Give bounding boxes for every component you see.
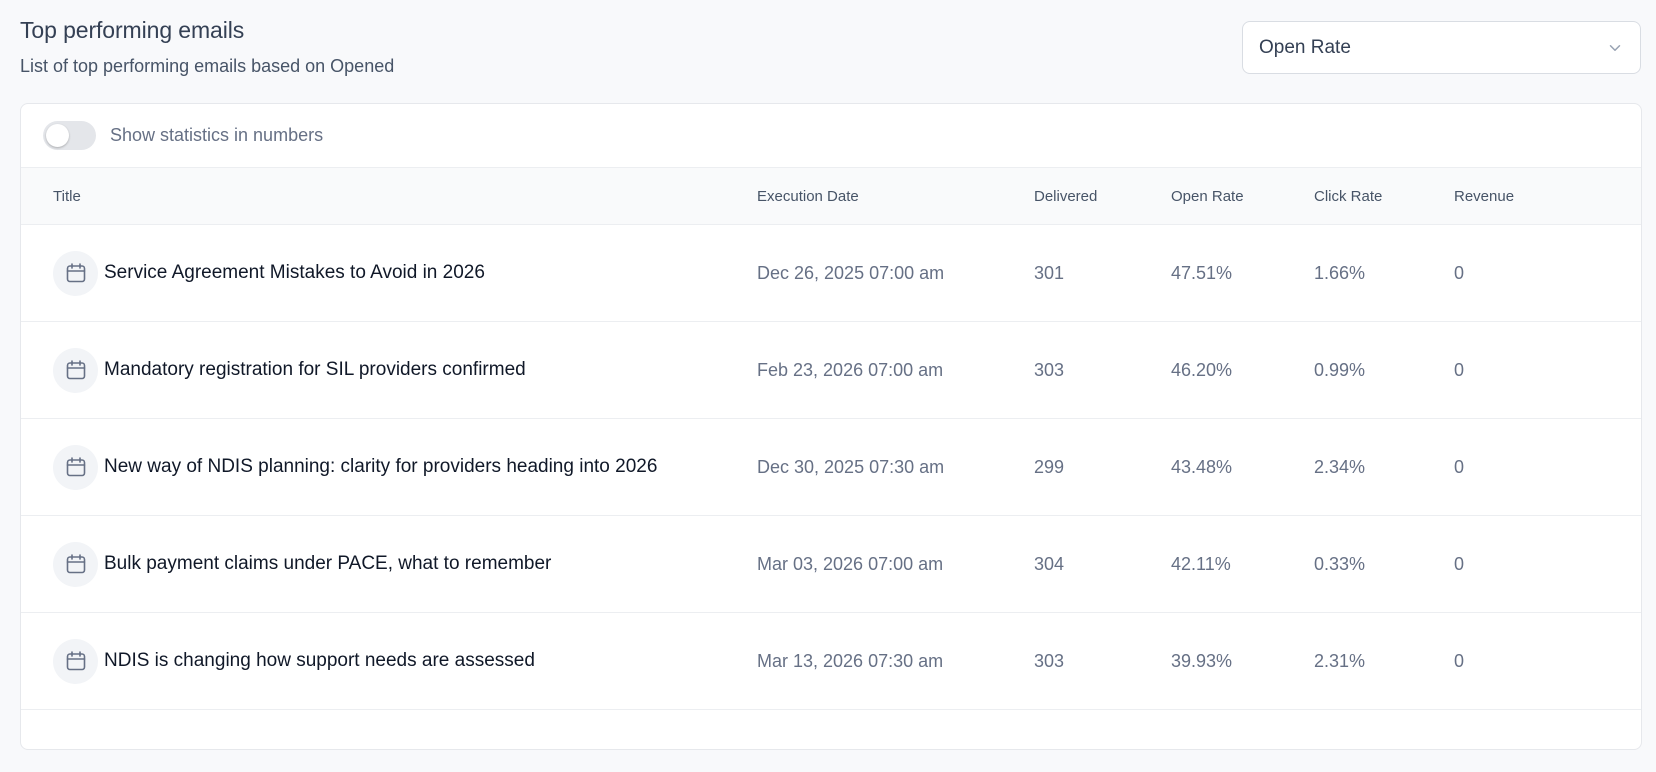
emails-card: Show statistics in numbers Title Executi… [20,103,1642,750]
calendar-icon [53,638,98,684]
column-header-date: Execution Date [757,187,859,205]
cell-revenue: 0 [1454,456,1465,477]
column-header-title: Title [53,187,81,205]
table-row[interactable]: Service Agreement Mistakes to Avoid in 2… [21,225,1641,322]
cell-open-rate: 42.11% [1171,553,1231,574]
table-header-row: Title Execution Date Delivered Open Rate… [21,167,1641,225]
stats-toggle[interactable] [43,121,96,150]
cell-delivered: 299 [1034,456,1065,477]
column-header-click-rate: Click Rate [1314,187,1383,205]
cell-title: Service Agreement Mistakes to Avoid in 2… [21,225,757,322]
cell-delivered: 303 [1034,359,1065,380]
table-row[interactable]: Bulk payment claims under PACE, what to … [21,516,1641,613]
cell-open-rate: 47.51% [1171,262,1233,283]
table-row[interactable]: New way of NDIS planning: clarity for pr… [21,419,1641,516]
stats-toggle-label: Show statistics in numbers [110,125,324,145]
cell-open-rate: 39.93% [1171,650,1233,671]
toggle-row: Show statistics in numbers [21,104,1641,167]
cell-delivered: 303 [1034,650,1065,671]
page-title: Top performing emails [20,17,245,43]
email-title[interactable]: Bulk payment claims under PACE, what to … [104,553,551,575]
email-title[interactable]: Service Agreement Mistakes to Avoid in 2… [104,262,485,284]
page-subtitle: List of top performing emails based on O… [20,56,395,76]
cell-open-rate: 43.48% [1171,456,1233,477]
column-header-revenue: Revenue [1454,187,1515,205]
cell-click-rate: 0.33% [1314,553,1366,574]
metric-select[interactable]: Open Rate [1242,21,1641,74]
cell-revenue: 0 [1454,553,1465,574]
column-header-open-rate: Open Rate [1171,187,1244,205]
cell-click-rate: 1.66% [1314,262,1366,283]
calendar-icon [53,347,98,393]
chevron-down-icon [1609,44,1621,51]
cell-revenue: 0 [1454,359,1465,380]
cell-title: Mandatory registration for SIL providers… [21,322,757,419]
calendar-icon [53,444,98,490]
cell-execution-date: Feb 23, 2026 07:00 am [757,359,944,380]
cell-execution-date: Dec 30, 2025 07:30 am [757,456,945,477]
calendar-icon [53,541,98,587]
column-header-delivered: Delivered [1034,187,1098,205]
table-row[interactable]: NDIS is changing how support needs are a… [21,613,1641,710]
cell-execution-date: Mar 13, 2026 07:30 am [757,650,944,671]
cell-execution-date: Mar 03, 2026 07:00 am [757,553,944,574]
table-row[interactable]: Mandatory registration for SIL providers… [21,322,1641,419]
cell-execution-date: Dec 26, 2025 07:00 am [757,262,945,283]
cell-open-rate: 46.20% [1171,359,1233,380]
email-title[interactable]: NDIS is changing how support needs are a… [104,650,535,672]
cell-click-rate: 2.31% [1314,650,1366,671]
cell-click-rate: 2.34% [1314,456,1366,477]
cell-revenue: 0 [1454,650,1465,671]
emails-table: Title Execution Date Delivered Open Rate… [21,167,1641,710]
toggle-knob [46,124,69,147]
email-title[interactable]: Mandatory registration for SIL providers… [104,359,526,381]
cell-title: Bulk payment claims under PACE, what to … [21,516,757,613]
cell-title: New way of NDIS planning: clarity for pr… [21,419,757,516]
metric-select-value: Open Rate [1259,36,1351,58]
cell-title: NDIS is changing how support needs are a… [21,613,757,710]
cell-delivered: 304 [1034,553,1065,574]
cell-revenue: 0 [1454,262,1465,283]
email-title[interactable]: New way of NDIS planning: clarity for pr… [104,456,657,478]
top-emails-panel: Top performing emails List of top perfor… [0,0,1656,772]
calendar-icon [53,250,98,296]
cell-click-rate: 0.99% [1314,359,1366,380]
cell-delivered: 301 [1034,262,1065,283]
